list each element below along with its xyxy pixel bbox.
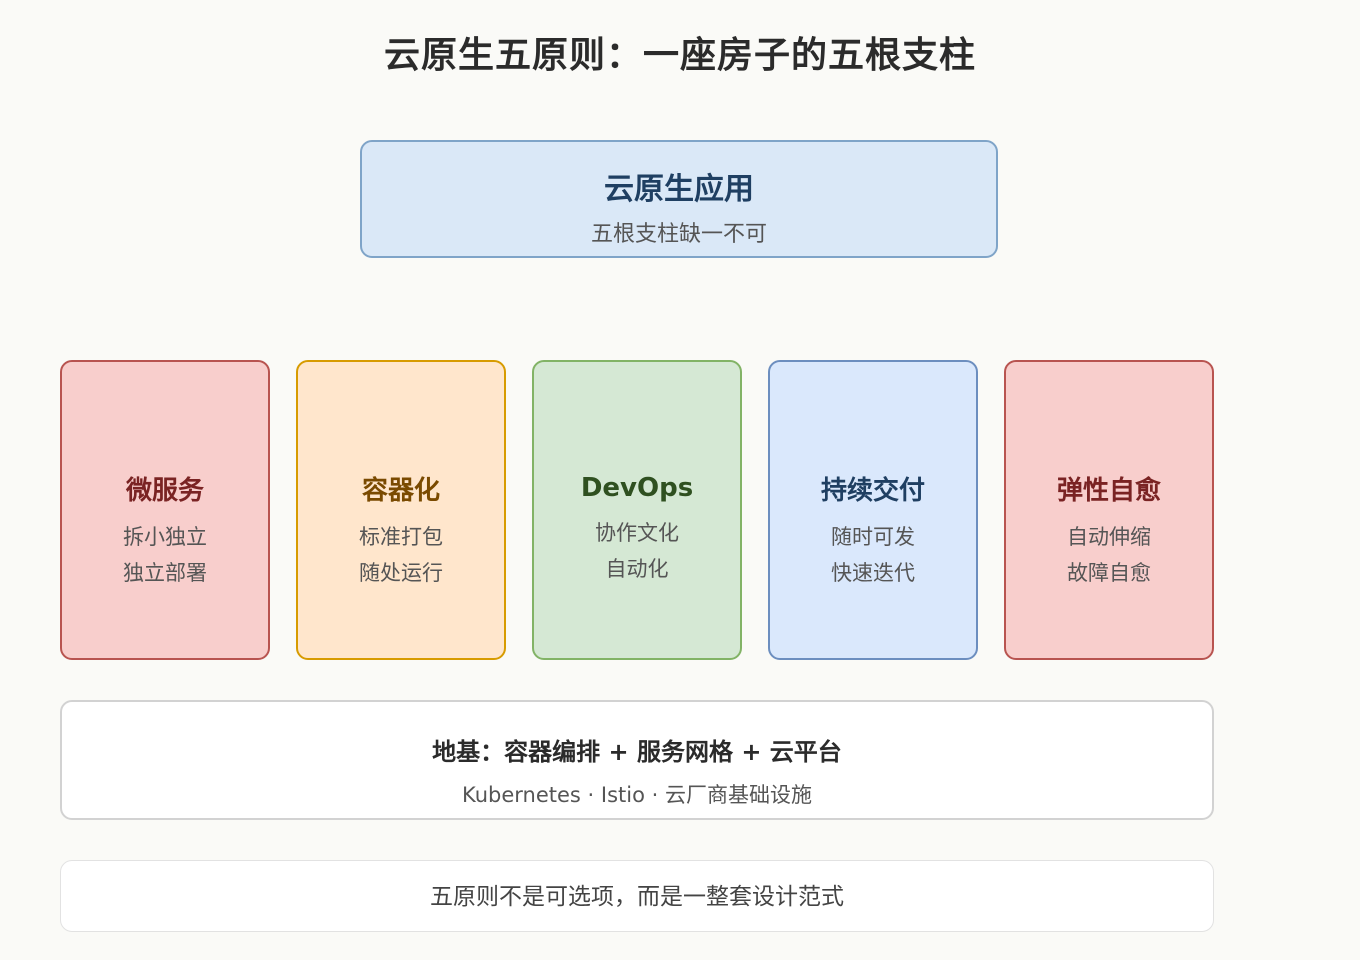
pillar-devops: DevOps 协作文化 自动化 <box>532 360 742 660</box>
pillar-name: 持续交付 <box>820 475 925 506</box>
pillar-name: 微服务 <box>125 475 204 506</box>
pillar-name: 容器化 <box>361 475 440 506</box>
pillar-resilience: 弹性自愈 自动伸缩 故障自愈 <box>1004 360 1214 660</box>
pillar-continuous-delivery: 持续交付 随时可发 快速迭代 <box>768 360 978 660</box>
roof-box: 云原生应用 五根支柱缺一不可 <box>360 140 998 258</box>
pillar-microservices: 微服务 拆小独立 独立部署 <box>60 360 270 660</box>
pillar-line-1: 拆小独立 <box>123 524 207 549</box>
foundation-subtitle: Kubernetes · Istio · 云厂商基础设施 <box>462 783 812 807</box>
pillar-line-1: 协作文化 <box>595 521 679 545</box>
pillar-name: 弹性自愈 <box>1056 475 1161 506</box>
foundation-title: 地基：容器编排 + 服务网格 + 云平台 <box>432 738 842 766</box>
roof-title: 云原生应用 <box>604 172 754 207</box>
pillar-line-2: 随处运行 <box>359 560 443 585</box>
pillar-line-2: 故障自愈 <box>1067 560 1151 585</box>
roof-subtitle: 五根支柱缺一不可 <box>590 222 767 247</box>
foundation-box: 地基：容器编排 + 服务网格 + 云平台 Kubernetes · Istio … <box>60 700 1214 820</box>
page-title: 云原生五原则：一座房子的五根支柱 <box>383 35 976 76</box>
pillar-line-2: 快速迭代 <box>831 560 915 585</box>
footer-note: 五原则不是可选项，而是一整套设计范式 <box>60 860 1214 932</box>
pillar-line-1: 标准打包 <box>359 524 443 549</box>
pillar-containerization: 容器化 标准打包 随处运行 <box>296 360 506 660</box>
pillar-line-1: 随时可发 <box>831 524 915 549</box>
pillar-line-2: 自动化 <box>605 557 669 581</box>
pillar-line-2: 独立部署 <box>123 560 207 585</box>
pillar-name: DevOps <box>580 473 694 503</box>
footer-text: 五原则不是可选项，而是一整套设计范式 <box>430 884 844 910</box>
pillar-line-1: 自动伸缩 <box>1067 524 1151 549</box>
